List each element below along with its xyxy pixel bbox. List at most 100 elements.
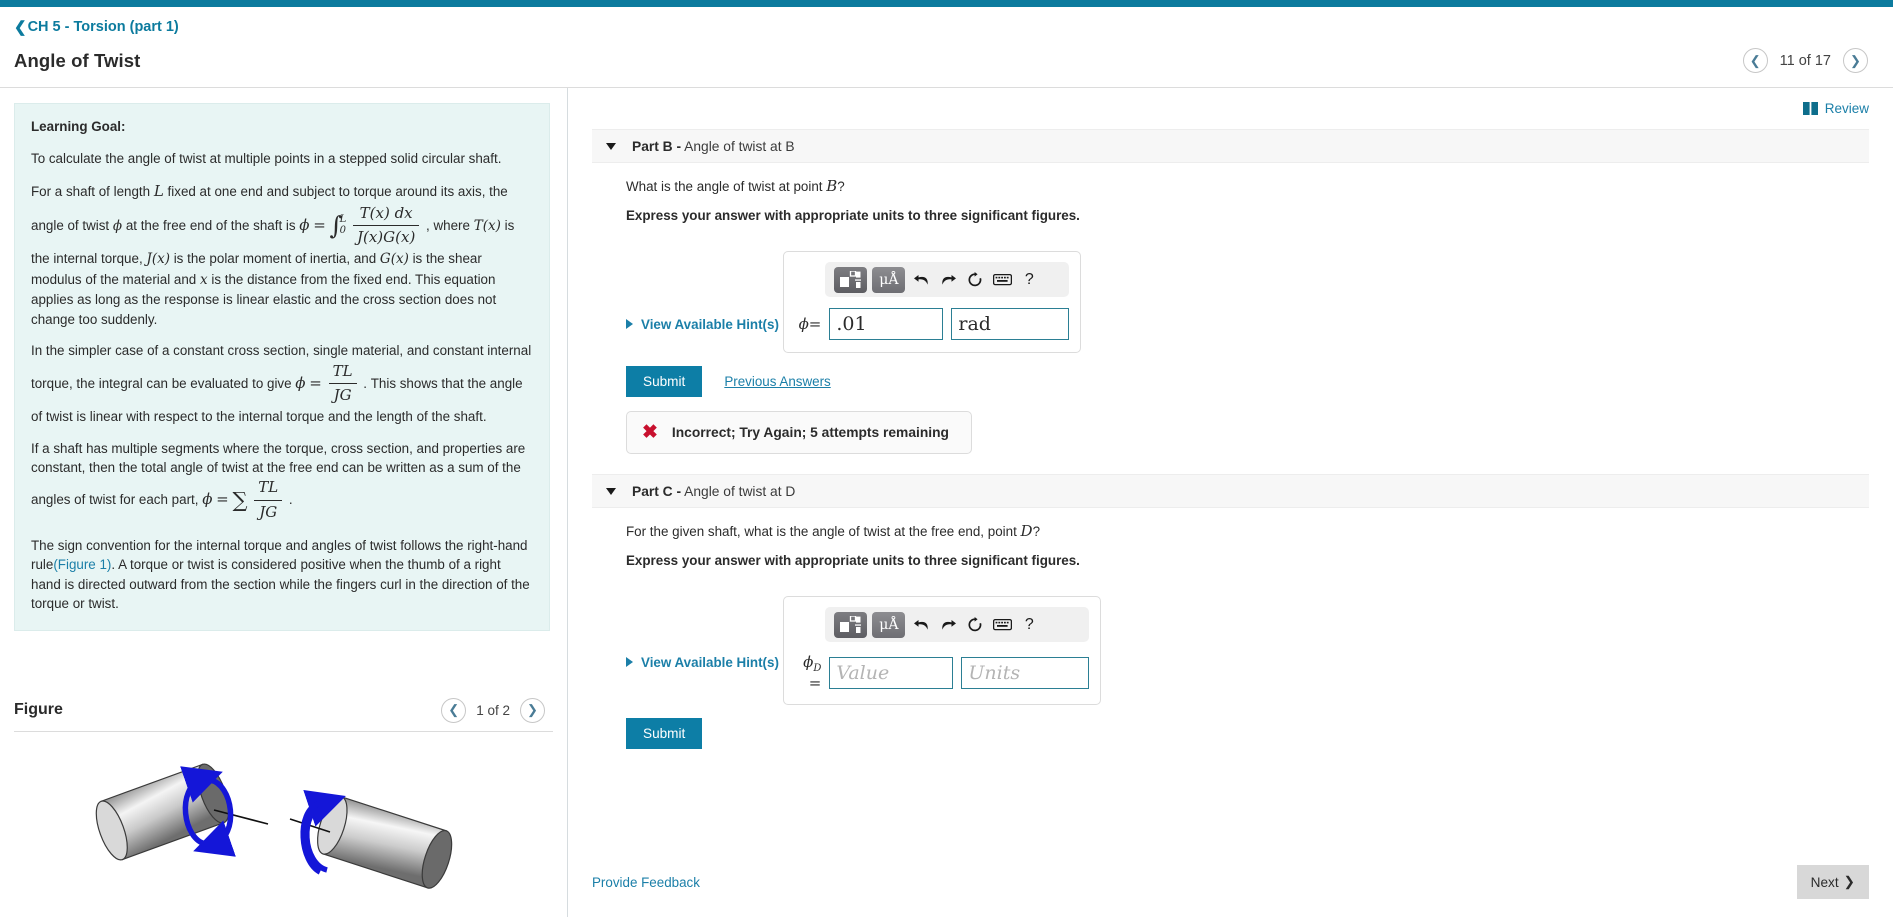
lg2-text-d: , where (426, 217, 470, 233)
review-row: Review (568, 88, 1893, 116)
breadcrumb-label: CH 5 - Torsion (part 1) (27, 19, 179, 35)
lg2-text-f: is the polar moment of inertia, and (173, 251, 377, 267)
part-b-feedback-box: ✖ Incorrect; Try Again; 5 attempts remai… (626, 411, 972, 454)
part-c-description: Angle of twist at D (684, 483, 796, 499)
review-button[interactable]: Review (1802, 101, 1869, 116)
undo-icon[interactable] (910, 613, 932, 637)
prev-question-button[interactable]: ❮ (1742, 48, 1768, 73)
math-Gx: G(x) (379, 251, 409, 268)
chevron-left-icon: ❮ (14, 19, 27, 36)
lg2-text-c: at the free end of the shaft is (125, 217, 296, 233)
part-b-submit-button[interactable]: Submit (626, 366, 703, 397)
math-L: L (153, 181, 164, 200)
fraction-denominator: JG (328, 383, 357, 407)
part-c-hints-label: View Available Hint(s) (641, 654, 779, 670)
redo-icon[interactable] (937, 268, 959, 292)
right-panel: Review Part B - Angle of twist at B What… (568, 88, 1893, 917)
part-b-hints-label: View Available Hint(s) (641, 316, 779, 332)
part-b-hints-toggle[interactable]: View Available Hint(s) (626, 317, 779, 332)
page-title: Angle of Twist (14, 49, 141, 71)
cylinder-left (95, 763, 230, 861)
template-icon[interactable] (834, 611, 868, 638)
equals-symbol: = (808, 315, 822, 333)
next-question-button[interactable]: ❯ (1843, 48, 1868, 73)
figure-header: Figure ❮ 1 of 2 ❯ (0, 689, 567, 731)
figure-image[interactable] (0, 732, 567, 917)
breadcrumb[interactable]: ❮ CH 5 - Torsion (part 1) (14, 18, 179, 36)
collapse-triangle-icon[interactable] (606, 142, 616, 150)
learning-goal-paragraph-5: The sign convention for the internal tor… (31, 536, 533, 614)
part-c-math-toolbar: μÅ ? (825, 607, 1090, 642)
fraction-denominator: JG (254, 500, 283, 524)
part-c-units-input[interactable] (961, 656, 1090, 689)
part-c-variable-label: ϕD = (795, 653, 821, 692)
math-B: B (826, 177, 838, 195)
lg2-text-a: For a shaft of length (31, 183, 151, 199)
undo-icon[interactable] (910, 268, 932, 292)
integral-lower: 0 (339, 224, 346, 236)
figure-panel: Figure ❮ 1 of 2 ❯ (0, 689, 567, 917)
figure-counter: 1 of 2 (476, 702, 510, 718)
collapse-triangle-icon[interactable] (606, 487, 616, 495)
review-label: Review (1824, 101, 1869, 116)
redo-icon[interactable] (937, 613, 959, 637)
reset-icon[interactable] (964, 613, 986, 637)
reset-icon[interactable] (964, 268, 986, 292)
figure-1-link[interactable]: (Figure 1) (53, 557, 111, 572)
part-b-units-input[interactable] (951, 308, 1070, 340)
page-header: ❮ CH 5 - Torsion (part 1) Angle of Twist… (0, 7, 1893, 87)
summation-icon: ∑ (232, 488, 248, 513)
part-c-header[interactable]: Part C - Angle of twist at D (592, 474, 1869, 508)
fraction-T-over-JG: T(x) dx J(x)G(x) (352, 203, 420, 250)
part-b-question: What is the angle of twist at point B? (626, 177, 1869, 195)
part-b-previous-answers-link[interactable]: Previous Answers (724, 374, 830, 389)
provide-feedback-link[interactable]: Provide Feedback (592, 875, 700, 890)
part-b-value-input[interactable] (829, 308, 944, 340)
math-Jx: J(x) (146, 251, 170, 268)
part-c-value-input[interactable] (829, 656, 954, 689)
template-icon[interactable] (834, 266, 868, 293)
figure-next-button[interactable]: ❯ (520, 697, 545, 723)
figure-prev-button[interactable]: ❮ (441, 697, 467, 723)
title-row: Angle of Twist ❮ 11 of 17 ❯ (14, 48, 1879, 87)
figure-pager: ❮ 1 of 2 ❯ (441, 697, 545, 723)
learning-goal-panel: Learning Goal: To calculate the angle of… (14, 103, 550, 631)
phi-subscript: D (813, 663, 822, 674)
part-c-question-qmark: ? (1032, 524, 1041, 539)
part-c-section: Part C - Angle of twist at D For the giv… (592, 474, 1869, 749)
chevron-right-icon: ❯ (1843, 874, 1855, 889)
part-b-feedback-text: Incorrect; Try Again; 5 attempts remaini… (671, 425, 949, 440)
part-c-submit-button[interactable]: Submit (626, 718, 703, 749)
part-b-header[interactable]: Part B - Angle of twist at B (592, 129, 1869, 163)
question-counter: 11 of 17 (1779, 52, 1831, 69)
part-b-question-qmark: ? (837, 179, 845, 194)
part-c-body: For the given shaft, what is the angle o… (592, 508, 1869, 749)
help-icon[interactable]: ? (1018, 613, 1040, 637)
cylinder-right (317, 795, 453, 889)
part-b-body: What is the angle of twist at point B? E… (592, 163, 1869, 454)
part-b-variable-label: ϕ= (795, 315, 822, 333)
equals-symbol: = (808, 674, 822, 692)
phi-symbol: ϕ (803, 653, 814, 671)
book-icon (1802, 102, 1818, 115)
next-button[interactable]: Next ❯ (1796, 865, 1869, 899)
part-b-input-row: ϕ= (795, 308, 1070, 340)
lg4-text-b: . (288, 492, 293, 508)
keyboard-icon[interactable] (991, 268, 1013, 292)
footer: Provide Feedback Next ❯ (592, 865, 1869, 899)
part-c-hints-toggle[interactable]: View Available Hint(s) (626, 655, 779, 670)
learning-goal-paragraph-2: For a shaft of length L fixed at one end… (31, 181, 533, 329)
keyboard-icon[interactable] (991, 613, 1013, 637)
help-icon[interactable]: ? (1018, 268, 1040, 292)
main-content: Learning Goal: To calculate the angle of… (0, 88, 1893, 917)
part-b-question-text: What is the angle of twist at point (626, 179, 823, 194)
learning-goal-paragraph-4: If a shaft has multiple segments where t… (31, 439, 533, 524)
units-mu-angstrom-icon[interactable]: μÅ (872, 611, 906, 638)
x-mark-icon: ✖ (642, 422, 658, 443)
units-mu-angstrom-icon[interactable]: μÅ (872, 266, 906, 293)
fraction-numerator: T(x) dx (359, 203, 413, 222)
expand-triangle-icon (626, 319, 633, 329)
part-b-description: Angle of twist at B (684, 138, 795, 154)
math-Tx: T(x) (473, 217, 501, 234)
math-phi: ϕ (112, 217, 123, 234)
